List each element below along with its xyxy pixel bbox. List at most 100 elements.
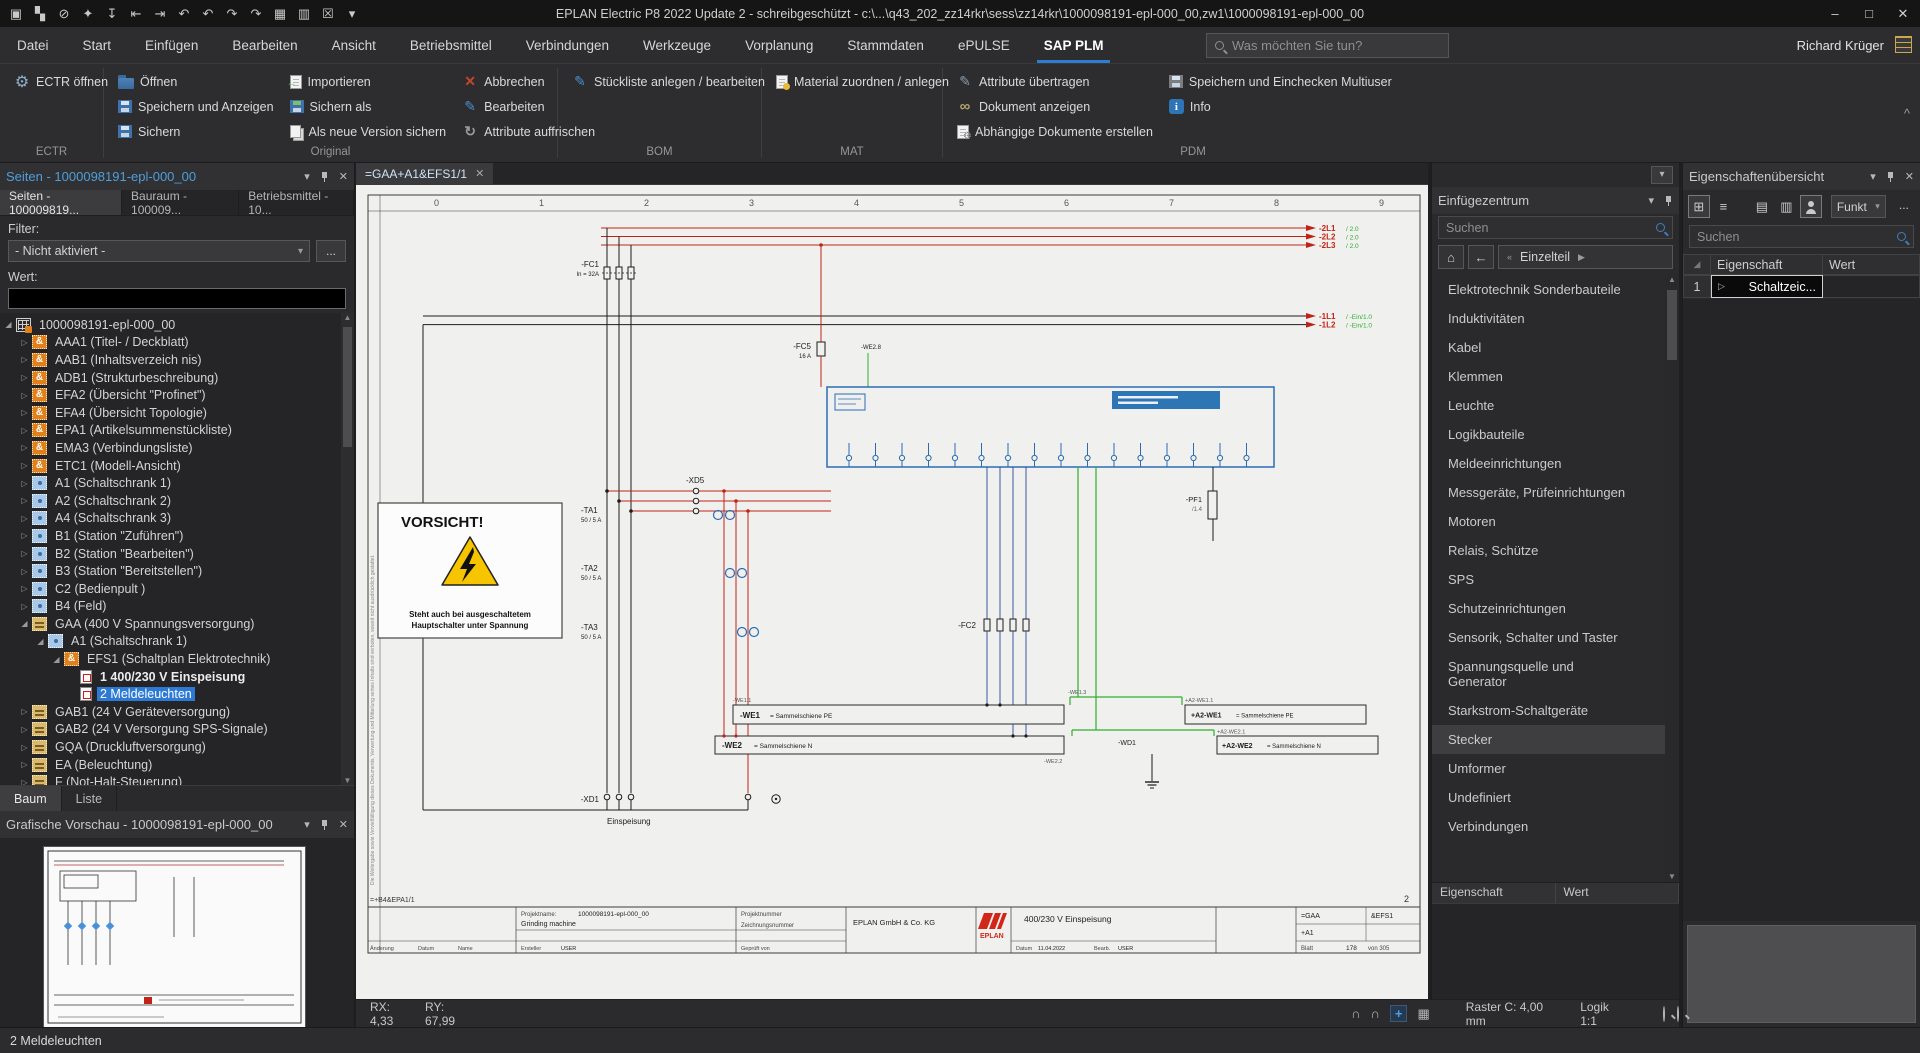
tab-betriebsmittel[interactable]: Betriebsmittel - 10...	[239, 189, 354, 217]
tree-item[interactable]: ▷ F (Not-Halt-Steuerung)	[0, 773, 354, 785]
schematic-canvas[interactable]: 0 1 2 3 4 5 6 7 8 9 Die Weitergabe sowie…	[356, 185, 1428, 999]
copy-page-button[interactable]: ▤	[1751, 195, 1772, 218]
list-item[interactable]: Undefiniert	[1432, 783, 1679, 812]
stueckliste-button[interactable]: Stückliste anlegen / bearbeiten	[566, 69, 771, 94]
undo-marker-icon[interactable]: ↶	[174, 6, 194, 22]
grid-toggle-icon[interactable]: ▦	[1417, 1006, 1429, 1022]
list-view-button[interactable]: ≡	[1713, 195, 1734, 218]
raster-indicator[interactable]: Raster C: 4,00 mm	[1466, 1000, 1554, 1028]
object-snap-icon[interactable]: ∩	[1371, 1006, 1380, 1021]
tree-item[interactable]: ▷AAB1 (Inhaltsverzeich nis)	[0, 351, 354, 369]
column-header-eigenschaft[interactable]: Eigenschaft	[1711, 254, 1823, 275]
tab-baum[interactable]: Baum	[0, 786, 62, 811]
wert-input[interactable]	[8, 288, 346, 309]
menu-tab-sap-plm[interactable]: SAP PLM	[1027, 27, 1121, 63]
tree-item[interactable]: ▷EPA1 (Artikelsummenstückliste)	[0, 422, 354, 440]
pin-icon[interactable]	[1886, 171, 1895, 183]
page-tree[interactable]: ◢1000098191-epl-000_00 ▷AAA1 (Titel- / D…	[0, 313, 354, 785]
abhaengige-dokumente-button[interactable]: Abhängige Dokumente erstellen	[951, 119, 1159, 144]
property-cell-selected[interactable]: ▷ Schaltzeic...	[1711, 275, 1823, 298]
scroll-up-icon[interactable]: ▲	[1665, 275, 1679, 284]
home-button[interactable]: ⌂	[1438, 245, 1464, 269]
insert-center-titlebar[interactable]: Einfügezentrum ▾	[1432, 187, 1679, 214]
user-filter-button[interactable]	[1800, 195, 1822, 218]
scrollbar-thumb[interactable]	[1667, 290, 1677, 360]
sichern-als-button[interactable]: Sichern als	[284, 94, 453, 119]
pin-icon[interactable]	[320, 819, 329, 831]
ribbon-collapse-icon[interactable]: ^	[1904, 106, 1910, 121]
preview-panel-titlebar[interactable]: Grafische Vorschau - 1000098191-epl-000_…	[0, 811, 354, 838]
tree-item-selected[interactable]: 2 Meldeleuchten	[0, 685, 354, 703]
redo-icon[interactable]: ↷	[222, 6, 242, 22]
menu-tab-einfuegen[interactable]: Einfügen	[128, 27, 215, 63]
pin-icon[interactable]	[320, 171, 329, 183]
breadcrumb[interactable]: « Einzelteil ▶	[1498, 245, 1673, 269]
zoom-out-icon[interactable]	[1677, 1005, 1679, 1022]
user-workspace-icon[interactable]	[1895, 36, 1912, 53]
pages-panel-titlebar[interactable]: Seiten - 1000098191-epl-000_00 ▾ ✕	[0, 163, 354, 190]
list-item[interactable]: Messgeräte, Prüfeinrichtungen	[1432, 478, 1679, 507]
menu-tab-werkzeuge[interactable]: Werkzeuge	[626, 27, 728, 63]
tree-item[interactable]: ▷ B1 (Station "Zuführen")	[0, 527, 354, 545]
tree-item[interactable]: ▷ GAB1 (24 V Geräteversorgung)	[0, 703, 354, 721]
filter-dropdown[interactable]: - Nicht aktiviert - ▾	[8, 240, 310, 262]
scrollbar-thumb[interactable]	[343, 327, 352, 447]
block-icon[interactable]: ⊘	[54, 6, 74, 22]
document-tab[interactable]: =GAA+A1&EFS1/1 ✕	[356, 163, 494, 184]
panel-dropdown-icon[interactable]: ▾	[1870, 170, 1876, 183]
table-row[interactable]: 1 ▷ Schaltzeic...	[1683, 275, 1920, 298]
tree-item[interactable]: ◢ 1000098191-epl-000_00	[0, 316, 354, 334]
tree-item[interactable]: ▷ A1 (Schaltschrank 1)	[0, 474, 354, 492]
list-item[interactable]: Umformer	[1432, 754, 1679, 783]
menu-tab-epulse[interactable]: ePULSE	[941, 27, 1027, 63]
redo-marker-icon[interactable]: ↷	[246, 6, 266, 22]
oeffnen-button[interactable]: Öffnen	[112, 69, 280, 94]
column-header-wert[interactable]: Wert	[1556, 883, 1679, 903]
tree-item[interactable]: ▷ GAB2 (24 V Versorgung SPS-Signale)	[0, 721, 354, 739]
plugin-icon[interactable]: ▚	[30, 6, 50, 22]
list-item[interactable]: Elektrotechnik Sonderbauteile	[1432, 275, 1679, 304]
tab-seiten[interactable]: Seiten - 100009819...	[0, 189, 123, 217]
dokument-anzeigen-button[interactable]: Dokument anzeigen	[951, 94, 1159, 119]
category-list[interactable]: Elektrotechnik Sonderbauteile Induktivit…	[1432, 275, 1679, 882]
zoom-in-icon[interactable]	[1663, 1005, 1665, 1022]
panel-options-button[interactable]: ▾	[1651, 166, 1673, 184]
list-item[interactable]: Leuchte	[1432, 391, 1679, 420]
panel-dropdown-icon[interactable]: ▾	[304, 170, 310, 183]
table-left-icon[interactable]: ▦	[270, 6, 290, 22]
tree-item[interactable]: ◢EFS1 (Schaltplan Elektrotechnik)	[0, 650, 354, 668]
tools-icon[interactable]: ✦	[78, 6, 98, 22]
neue-version-button[interactable]: Als neue Version sichern	[284, 119, 453, 144]
tree-item[interactable]: ▷ GQA (Druckluftversorgung)	[0, 738, 354, 756]
menu-tab-bearbeiten[interactable]: Bearbeiten	[215, 27, 314, 63]
tree-item[interactable]: ▷AAA1 (Titel- / Deckblatt)	[0, 334, 354, 352]
tree-item[interactable]: 1 400/230 V Einspeisung	[0, 668, 354, 686]
tree-item[interactable]: ▷EMA3 (Verbindungsliste)	[0, 439, 354, 457]
page-next-icon[interactable]: ⇥	[150, 6, 170, 22]
table-right-icon[interactable]: ▥	[294, 6, 314, 22]
list-item[interactable]: SPS	[1432, 565, 1679, 594]
ectr-oeffnen-button[interactable]: ECTR öffnen	[8, 69, 114, 94]
list-item[interactable]: Schutzeinrichtungen	[1432, 594, 1679, 623]
tree-item[interactable]: ▷ B4 (Feld)	[0, 598, 354, 616]
pin-icon[interactable]	[1664, 195, 1673, 207]
menu-tab-start[interactable]: Start	[66, 27, 129, 63]
tab-liste[interactable]: Liste	[62, 786, 118, 811]
snap-icon[interactable]: ∩	[1351, 1006, 1360, 1021]
column-header-wert[interactable]: Wert	[1823, 254, 1920, 275]
expander-icon[interactable]: ◢	[2, 320, 15, 329]
minimize-button[interactable]: –	[1818, 6, 1852, 22]
page-prev-icon[interactable]: ⇤	[126, 6, 146, 22]
list-item[interactable]: Meldeeinrichtungen	[1432, 449, 1679, 478]
panel-close-icon[interactable]: ✕	[339, 170, 348, 183]
menu-tab-datei[interactable]: Datei	[0, 27, 66, 63]
function-filter-dropdown[interactable]: Funkt ▾	[1830, 195, 1886, 218]
tree-item[interactable]: ▷EFA2 (Übersicht "Profinet")	[0, 386, 354, 404]
menu-tab-verbindungen[interactable]: Verbindungen	[509, 27, 626, 63]
menu-tab-ansicht[interactable]: Ansicht	[315, 27, 393, 63]
insert-search-input[interactable]: Suchen	[1438, 216, 1673, 239]
list-item[interactable]: Logikbauteile	[1432, 420, 1679, 449]
tree-view-button[interactable]: ⊞	[1688, 195, 1710, 218]
filter-more-button[interactable]: ...	[316, 240, 346, 262]
importieren-button[interactable]: Importieren	[284, 69, 453, 94]
